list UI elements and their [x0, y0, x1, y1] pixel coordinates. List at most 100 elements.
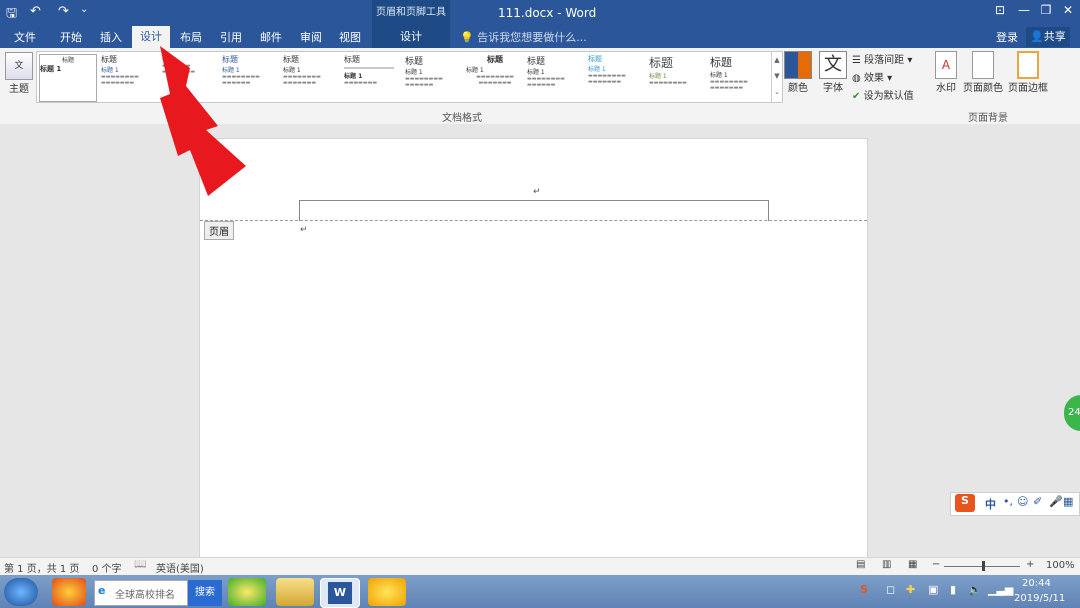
header-border-box — [299, 200, 769, 221]
read-mode-icon[interactable]: ▤ — [856, 559, 865, 570]
punctuation-icon[interactable]: •, — [1003, 495, 1013, 508]
watermark-button[interactable]: A 水印 — [930, 51, 962, 94]
app-icon[interactable] — [368, 578, 406, 606]
start-button[interactable] — [4, 578, 38, 606]
page-border-button[interactable]: 页面边框 — [1006, 51, 1050, 94]
style-set-item[interactable]: 标题 标题 1 ▬▬▬▬▬▬▬▬ ▬▬▬▬▬▬▬ — [710, 54, 768, 100]
ribbon-display-icon[interactable]: ⊡ — [990, 3, 1010, 21]
zoom-level[interactable]: 100% — [1046, 560, 1075, 571]
page-background-group-label: 页面背景 — [968, 113, 1008, 124]
paragraph-spacing-label: 段落间距 — [864, 55, 905, 66]
tray-icon[interactable]: ✚ — [906, 583, 915, 596]
ime-mode[interactable]: 中 — [985, 496, 996, 512]
sogou-tray-icon[interactable]: S — [860, 583, 868, 596]
style-title: 标题 — [405, 57, 424, 67]
colors-icon — [784, 51, 812, 79]
skin-icon[interactable]: ✐ — [1033, 495, 1042, 508]
app-icon[interactable] — [52, 578, 86, 606]
set-default-button[interactable]: ✔ 设为默认值 — [852, 87, 914, 102]
search-button[interactable]: 搜索 — [188, 580, 222, 606]
clock-time[interactable]: 20:44 — [1022, 578, 1051, 589]
header-tag[interactable]: 页眉 — [204, 221, 234, 240]
style-sample: ▬▬▬▬▬▬▬▬ ▬▬▬▬▬▬ — [405, 76, 443, 88]
taskbar: e 全球高校排名 搜索 W S ◻ ✚ ▣ ▮ 🔈 ▁▃▅ 20:44 2019… — [0, 575, 1080, 608]
zoom-in-icon[interactable]: + — [1026, 559, 1034, 570]
undo-icon[interactable]: ↶ — [30, 4, 41, 19]
save-icon[interactable]: 🖫 — [6, 4, 17, 26]
redo-icon[interactable]: ↷ — [58, 4, 69, 19]
web-layout-icon[interactable]: ▦ — [908, 559, 917, 570]
mic-icon[interactable]: 🎤 — [1049, 495, 1063, 508]
clock-date[interactable]: 2019/5/11 — [1014, 593, 1065, 604]
file-explorer-icon[interactable] — [276, 578, 314, 606]
proofing-icon[interactable]: 📖 — [134, 559, 146, 570]
toolbox-icon[interactable]: ▦ — [1063, 495, 1073, 508]
print-layout-icon[interactable]: ▥ — [882, 559, 891, 570]
login-link[interactable]: 登录 — [996, 29, 1018, 45]
battery-icon[interactable]: ▮ — [950, 583, 956, 596]
tab-view[interactable]: 视图 — [339, 29, 361, 45]
effects-button[interactable]: ◍ 效果 ▾ — [852, 69, 892, 84]
style-set-item[interactable]: 标题 标题 1 ▬▬▬▬▬▬▬▬ — [649, 54, 707, 100]
customize-qat-icon[interactable]: ⌄ — [80, 4, 88, 15]
header-paragraph-mark: ↵ — [533, 187, 541, 197]
document-page[interactable]: ↵ 页眉 ↵ — [199, 138, 868, 570]
search-text: 全球高校排名 — [115, 590, 175, 601]
style-title: 标题 — [649, 56, 674, 70]
tray-icon[interactable]: ◻ — [886, 583, 895, 596]
paragraph-spacing-icon: ☰ — [852, 55, 861, 66]
fonts-button[interactable]: 文 字体 — [818, 51, 848, 94]
fonts-icon: 文 — [819, 51, 847, 79]
effects-label: 效果 — [863, 73, 884, 84]
style-set-item[interactable]: 标题 标题 1 ▬▬▬▬▬▬▬▬ ▬▬▬▬▬▬▬ — [283, 54, 341, 100]
tab-home[interactable]: 开始 — [60, 29, 82, 45]
share-label: 共享 — [1043, 30, 1066, 43]
tab-header-footer-design[interactable]: 设计 — [372, 26, 450, 48]
status-bar: 第 1 页，共 1 页 0 个字 📖 英语(美国) ▤ ▥ ▦ − + 100% — [0, 557, 1080, 576]
language[interactable]: 英语(美国) — [156, 560, 204, 575]
header-boundary-line — [200, 220, 867, 221]
emoji-icon[interactable]: ☺ — [1017, 495, 1028, 508]
gallery-scroll[interactable]: ▲ ▼ ⌄ — [771, 52, 782, 102]
themes-button[interactable]: 文 主题 — [4, 52, 34, 95]
security-app-icon[interactable] — [228, 578, 266, 606]
zoom-out-icon[interactable]: − — [932, 559, 940, 570]
style-title: 标题 — [344, 55, 360, 64]
style-title: 标题 — [61, 57, 74, 64]
style-set-item[interactable]: 标题 标题 1 ▬▬▬▬▬▬▬ — [344, 54, 402, 100]
tab-review[interactable]: 审阅 — [300, 29, 322, 45]
tab-file[interactable]: 文件 — [14, 29, 36, 45]
tray-icon[interactable]: ▣ — [928, 583, 938, 596]
volume-icon[interactable]: 🔈 — [968, 583, 982, 596]
word-count[interactable]: 0 个字 — [92, 560, 122, 575]
colors-label: 颜色 — [788, 83, 808, 94]
sogou-logo-icon[interactable]: S — [955, 494, 975, 512]
style-set-item[interactable]: 标题 标题 1 ▬▬▬▬▬▬▬▬ ▬▬▬▬▬▬ — [405, 54, 463, 100]
minimize-button[interactable]: — — [1014, 3, 1034, 21]
style-sample: ▬▬▬▬▬▬▬▬ ▬▬▬▬▬▬▬ — [283, 74, 321, 86]
style-set-item[interactable]: 标题 标题 1 ▬▬▬▬▬▬▬▬ ▬▬▬▬▬▬▬ — [466, 54, 524, 100]
tell-me-box[interactable]: 💡 告诉我您想要做什么... — [460, 29, 587, 45]
tab-mailings[interactable]: 邮件 — [260, 29, 282, 45]
style-set-item[interactable]: 标题 标题 1 ▬▬▬▬▬▬▬▬ ▬▬▬▬▬▬ — [527, 54, 585, 100]
paragraph-spacing-button[interactable]: ☰ 段落间距 ▾ — [852, 51, 912, 66]
restore-button[interactable]: ❐ — [1036, 3, 1056, 21]
style-heading: 标题 1 — [649, 73, 667, 80]
close-button[interactable]: ✕ — [1058, 3, 1078, 21]
red-arrow-annotation — [160, 46, 246, 196]
network-icon[interactable]: ▁▃▅ — [988, 583, 1013, 596]
page-count[interactable]: 第 1 页，共 1 页 — [4, 560, 79, 575]
style-set-item[interactable]: 标题 标题 1 — [39, 54, 97, 102]
page-color-button[interactable]: 页面颜色 — [962, 51, 1004, 94]
taskbar-search-box[interactable]: e 全球高校排名 — [94, 580, 188, 606]
word-taskbar-icon[interactable]: W — [320, 578, 360, 608]
style-title: 标题 — [527, 57, 546, 67]
tell-me-text: 告诉我您想要做什么... — [477, 31, 587, 44]
style-sample: ▬▬▬▬▬▬▬ — [344, 80, 378, 86]
style-set-item[interactable]: 标题 标题 1 ▬▬▬▬▬▬▬▬ ▬▬▬▬▬▬▬ — [588, 54, 646, 100]
share-button[interactable]: 👤共享 — [1026, 27, 1070, 47]
style-sample: ▬▬▬▬▬▬▬▬ ▬▬▬▬▬▬▬ — [588, 73, 626, 85]
tab-insert[interactable]: 插入 — [100, 29, 122, 45]
zoom-slider-thumb[interactable] — [982, 561, 985, 571]
colors-button[interactable]: 颜色 — [784, 51, 812, 94]
